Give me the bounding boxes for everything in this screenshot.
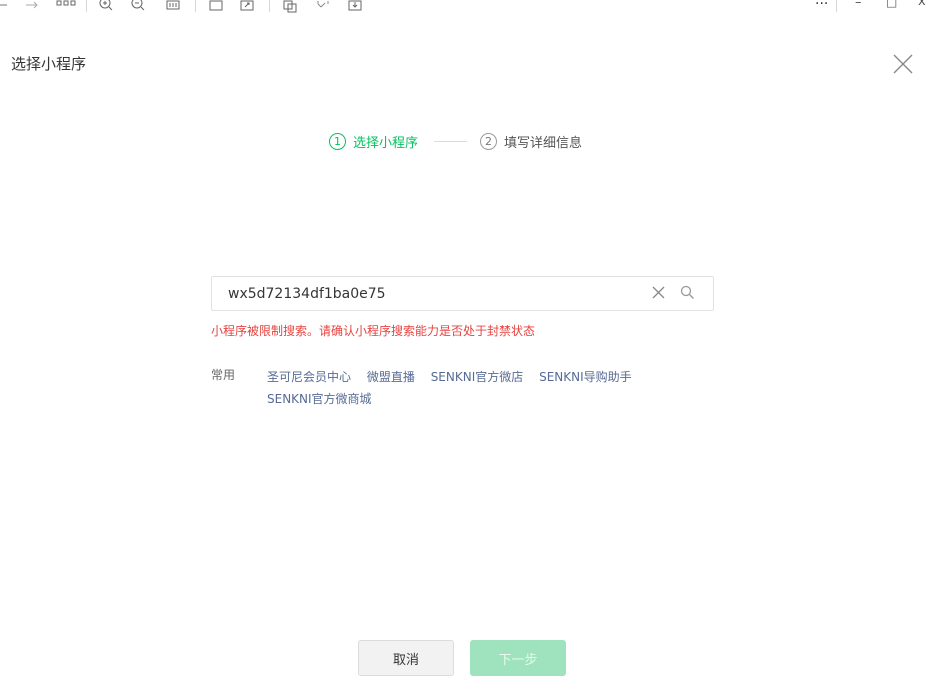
forward-arrow-icon[interactable] [25, 0, 39, 14]
dialog-title: 选择小程序 [11, 55, 87, 73]
common-label: 常用 [211, 368, 236, 382]
step-connector [434, 140, 468, 142]
search-icon[interactable] [680, 285, 695, 300]
copy-icon[interactable] [283, 0, 297, 14]
search-box [211, 276, 714, 311]
step-1: 1 选择小程序 [329, 132, 418, 151]
step-2: 2 填写详细信息 [480, 132, 582, 151]
common-item[interactable]: SENKNI官方微商城 [267, 392, 372, 406]
download-icon[interactable] [348, 0, 362, 14]
common-item[interactable]: 微盟直播 [367, 370, 415, 384]
fit-screen-icon[interactable] [166, 0, 180, 14]
zoom-out-icon[interactable] [131, 0, 145, 14]
cancel-button[interactable]: 取消 [358, 640, 454, 676]
common-list: 圣可尼会员中心 微盟直播 SENKNI官方微店 SENKNI导购助手 SENKN… [267, 366, 707, 410]
step-indicator: 1 选择小程序 2 填写详细信息 [329, 131, 582, 151]
square-icon[interactable] [209, 0, 223, 14]
maximize-button[interactable]: □ [886, 0, 897, 9]
common-item[interactable]: 圣可尼会员中心 [267, 370, 351, 384]
toolbar: ··· – □ x [0, 0, 937, 14]
close-icon [893, 54, 913, 74]
clear-icon[interactable] [651, 285, 666, 300]
back-arrow-icon[interactable] [0, 0, 8, 14]
next-button[interactable]: 下一步 [470, 640, 566, 676]
step-2-number: 2 [480, 132, 498, 150]
expand-icon[interactable] [316, 0, 330, 14]
more-options-icon[interactable]: ··· [815, 0, 828, 12]
minimize-button[interactable]: – [855, 0, 862, 10]
common-item[interactable]: SENKNI导购助手 [539, 370, 632, 384]
close-dialog-button[interactable] [892, 53, 914, 75]
window-close-button[interactable]: x [918, 0, 926, 9]
search-input[interactable] [228, 277, 648, 310]
external-link-icon[interactable] [240, 0, 254, 14]
step-1-number: 1 [329, 132, 346, 150]
step-2-label: 填写详细信息 [504, 135, 583, 151]
step-1-label: 选择小程序 [353, 135, 419, 151]
grid-icon[interactable] [56, 0, 76, 14]
error-message: 小程序被限制搜索。请确认小程序搜索能力是否处于封禁状态 [211, 324, 536, 338]
zoom-in-icon[interactable] [99, 0, 113, 14]
common-item[interactable]: SENKNI官方微店 [431, 370, 524, 384]
